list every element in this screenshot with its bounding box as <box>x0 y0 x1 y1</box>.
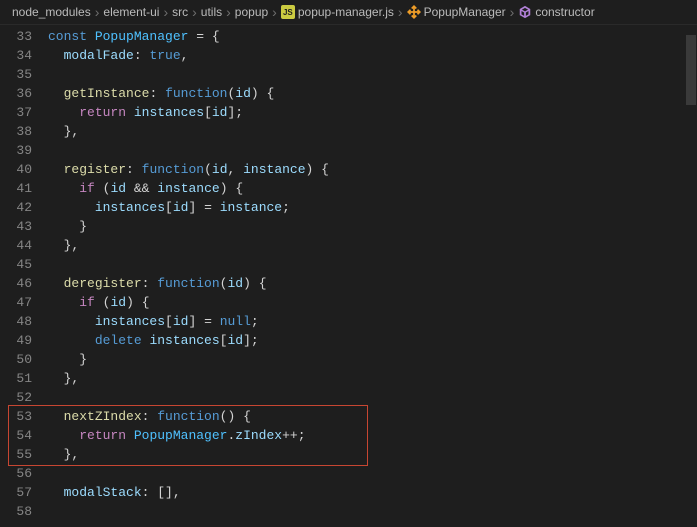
line-number: 57 <box>0 483 32 502</box>
code-line[interactable]: modalStack: [], <box>48 483 697 502</box>
code-line[interactable]: }, <box>48 445 697 464</box>
code-line[interactable]: if (id && instance) { <box>48 179 697 198</box>
code-line[interactable]: delete instances[id]; <box>48 331 697 350</box>
breadcrumb-symbol[interactable]: PopupManager <box>407 5 506 19</box>
breadcrumb[interactable]: node_modules › element-ui › src › utils … <box>0 0 697 25</box>
code-line[interactable] <box>48 464 697 483</box>
code-line[interactable]: return instances[id]; <box>48 103 697 122</box>
code-line[interactable] <box>48 388 697 407</box>
chevron-right-icon: › <box>398 4 403 20</box>
line-number: 53 <box>0 407 32 426</box>
chevron-right-icon: › <box>510 4 515 20</box>
line-number: 40 <box>0 160 32 179</box>
code-line[interactable]: nextZIndex: function() { <box>48 407 697 426</box>
line-number: 33 <box>0 27 32 46</box>
line-number: 39 <box>0 141 32 160</box>
line-number: 51 <box>0 369 32 388</box>
breadcrumb-item[interactable]: utils <box>201 5 222 19</box>
scrollbar-thumb[interactable] <box>686 35 696 105</box>
code-line[interactable]: instances[id] = null; <box>48 312 697 331</box>
line-number: 45 <box>0 255 32 274</box>
code-line[interactable]: }, <box>48 236 697 255</box>
code-line[interactable]: } <box>48 350 697 369</box>
line-number: 55 <box>0 445 32 464</box>
code-line[interactable]: return PopupManager.zIndex++; <box>48 426 697 445</box>
class-icon <box>407 5 421 19</box>
breadcrumb-item[interactable]: src <box>172 5 188 19</box>
code-area[interactable]: const PopupManager = { modalFade: true, … <box>48 25 697 526</box>
chevron-right-icon: › <box>95 4 100 20</box>
line-number: 50 <box>0 350 32 369</box>
code-line[interactable] <box>48 502 697 521</box>
code-line[interactable]: instances[id] = instance; <box>48 198 697 217</box>
line-number: 43 <box>0 217 32 236</box>
line-number: 58 <box>0 502 32 521</box>
code-line[interactable]: getInstance: function(id) { <box>48 84 697 103</box>
code-line[interactable]: } <box>48 217 697 236</box>
code-editor[interactable]: 3334353637383940414243444546474849505152… <box>0 25 697 526</box>
breadcrumb-item-label: constructor <box>535 5 594 19</box>
line-number: 35 <box>0 65 32 84</box>
line-number: 52 <box>0 388 32 407</box>
method-icon <box>518 5 532 19</box>
chevron-right-icon: › <box>163 4 168 20</box>
line-number: 41 <box>0 179 32 198</box>
vertical-scrollbar[interactable] <box>685 25 697 526</box>
breadcrumb-item[interactable]: popup <box>235 5 268 19</box>
code-line[interactable]: deregister: function(id) { <box>48 274 697 293</box>
breadcrumb-item-label: popup-manager.js <box>298 5 394 19</box>
code-line[interactable] <box>48 255 697 274</box>
code-line[interactable] <box>48 141 697 160</box>
chevron-right-icon: › <box>192 4 197 20</box>
line-number: 38 <box>0 122 32 141</box>
code-line[interactable]: modalFade: true, <box>48 46 697 65</box>
code-line[interactable] <box>48 65 697 84</box>
breadcrumb-symbol[interactable]: constructor <box>518 5 594 19</box>
line-number: 37 <box>0 103 32 122</box>
line-number: 36 <box>0 84 32 103</box>
breadcrumb-item[interactable]: node_modules <box>12 5 91 19</box>
line-number: 56 <box>0 464 32 483</box>
code-line[interactable]: register: function(id, instance) { <box>48 160 697 179</box>
chevron-right-icon: › <box>226 4 231 20</box>
line-number: 49 <box>0 331 32 350</box>
breadcrumb-item[interactable]: element-ui <box>103 5 159 19</box>
code-line[interactable]: if (id) { <box>48 293 697 312</box>
js-file-icon: JS <box>281 5 295 19</box>
breadcrumb-file[interactable]: JS popup-manager.js <box>281 5 394 19</box>
line-number: 46 <box>0 274 32 293</box>
code-line[interactable]: const PopupManager = { <box>48 27 697 46</box>
line-number: 34 <box>0 46 32 65</box>
chevron-right-icon: › <box>272 4 277 20</box>
line-number: 54 <box>0 426 32 445</box>
line-number: 47 <box>0 293 32 312</box>
line-number-gutter: 3334353637383940414243444546474849505152… <box>0 25 48 526</box>
line-number: 42 <box>0 198 32 217</box>
code-line[interactable]: }, <box>48 369 697 388</box>
line-number: 44 <box>0 236 32 255</box>
line-number: 48 <box>0 312 32 331</box>
breadcrumb-item-label: PopupManager <box>424 5 506 19</box>
code-line[interactable]: }, <box>48 122 697 141</box>
